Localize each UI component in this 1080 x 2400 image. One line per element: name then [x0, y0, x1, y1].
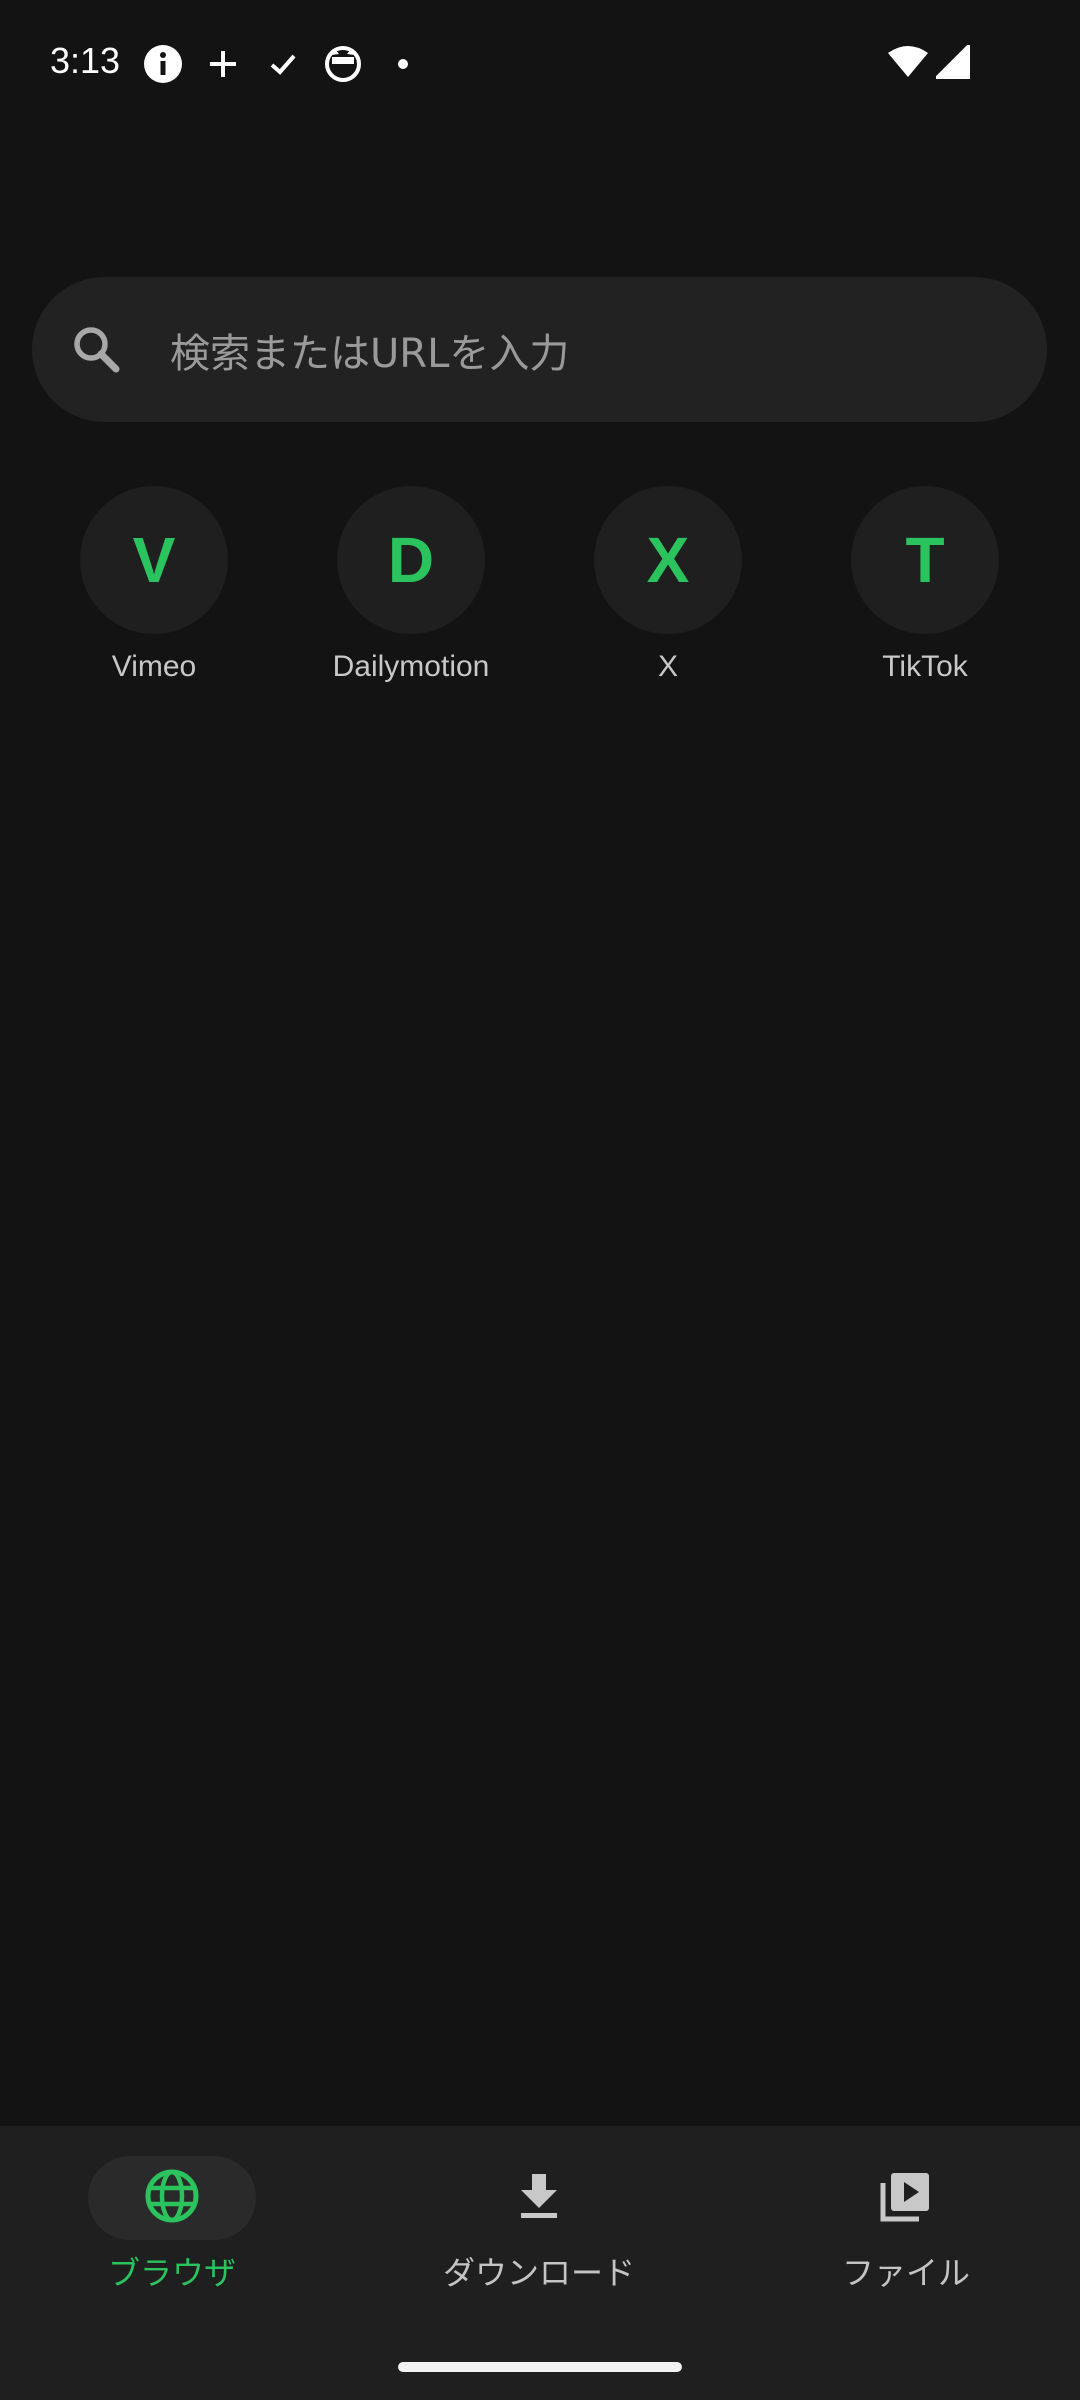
globe-icon	[144, 2168, 200, 2228]
shortcut-label: TikTok	[882, 650, 968, 683]
check-icon	[263, 44, 303, 84]
shortcut-avatar: V	[80, 486, 228, 634]
nav-item-files[interactable]: ファイル	[726, 2156, 1080, 2316]
download-icon	[517, 2172, 561, 2224]
cat-icon	[323, 44, 363, 84]
status-bar: 3:13	[0, 0, 1080, 130]
search-icon	[70, 323, 122, 375]
bottom-navigation: ブラウザ ダウンロード ファイル	[0, 2126, 1080, 2400]
shortcut-vimeo[interactable]: V Vimeo	[44, 486, 264, 684]
video-library-icon	[879, 2169, 933, 2227]
system-icons	[888, 42, 970, 86]
search-bar[interactable]: 検索またはURLを入力	[32, 277, 1047, 422]
home-indicator[interactable]	[398, 2362, 682, 2372]
signal-icon	[933, 42, 970, 83]
nav-label: ファイル	[841, 2254, 970, 2292]
nav-item-browser[interactable]: ブラウザ	[0, 2156, 352, 2316]
shortcut-avatar: T	[851, 486, 999, 634]
plus-icon	[203, 44, 243, 84]
shortcut-tiktok[interactable]: T TikTok	[815, 486, 1035, 684]
shortcut-label: X	[657, 650, 678, 683]
status-time: 3:13	[50, 40, 121, 81]
nav-label: ダウンロード	[442, 2254, 635, 2292]
notification-icons	[143, 42, 423, 86]
wifi-icon	[888, 45, 928, 83]
nav-label: ブラウザ	[107, 2254, 236, 2292]
search-input[interactable]: 検索またはURLを入力	[170, 277, 569, 422]
shortcut-label: Vimeo	[111, 650, 197, 683]
dot-icon	[383, 44, 423, 84]
shortcut-dailymotion[interactable]: D Dailymotion	[301, 486, 521, 684]
nav-indicator	[822, 2156, 990, 2240]
shortcut-label: Dailymotion	[332, 650, 490, 683]
shortcut-avatar: X	[594, 486, 742, 634]
nav-indicator	[88, 2156, 256, 2240]
nav-indicator	[455, 2156, 623, 2240]
shortcut-avatar: D	[337, 486, 485, 634]
nav-item-downloads[interactable]: ダウンロード	[359, 2156, 719, 2316]
shortcut-x[interactable]: X X	[558, 486, 778, 684]
info-icon	[143, 44, 183, 84]
